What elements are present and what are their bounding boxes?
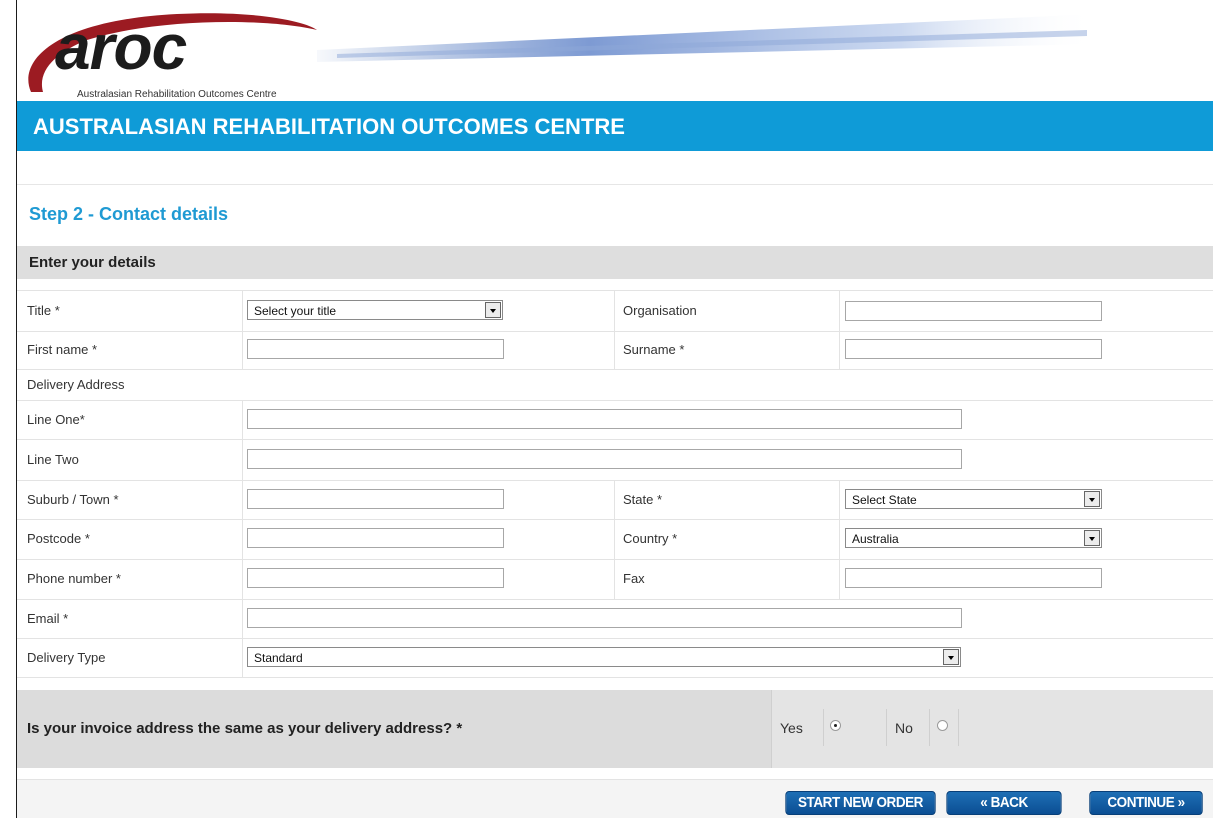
first-name-field[interactable] (247, 339, 504, 359)
delivery-type-select-value: Standard (254, 651, 303, 665)
delivery-type-label: Delivery Type (27, 650, 106, 665)
section-label: Enter your details (29, 254, 156, 271)
delivery-address-heading: Delivery Address (27, 377, 125, 392)
state-select-value: Select State (852, 493, 917, 507)
logo-subtitle: Australasian Rehabilitation Outcomes Cen… (77, 89, 277, 100)
suburb-label: Suburb / Town * (27, 492, 119, 507)
form-row-line-one: Line One* (17, 401, 1213, 440)
yes-label: Yes (780, 720, 803, 736)
organisation-field[interactable] (845, 301, 1102, 321)
divider (17, 184, 1213, 185)
chevron-down-icon[interactable] (485, 302, 501, 318)
header-logo-area: aroc Australasian Rehabilitation Outcome… (17, 0, 1213, 100)
suburb-field[interactable] (247, 489, 504, 509)
form-row-line-two: Line Two (17, 440, 1213, 481)
invoice-question-bar: Is your invoice address the same as your… (17, 690, 1213, 768)
title-label: Title * (27, 303, 60, 318)
logo-wordmark: aroc (55, 11, 187, 83)
footer-actions: START NEW ORDER « BACK CONTINUE » (17, 779, 1213, 818)
form-row-phone: Phone number * Fax (17, 560, 1213, 600)
form-row-delivery-address: Delivery Address (17, 370, 1213, 401)
surname-label: Surname * (623, 342, 685, 357)
banner-title: AUSTRALASIAN REHABILITATION OUTCOMES CEN… (33, 114, 625, 139)
line-two-label: Line Two (27, 452, 79, 467)
form-row-name: First name * Surname * (17, 331, 1213, 370)
delivery-type-select[interactable]: Standard (247, 647, 961, 667)
postcode-label: Postcode * (27, 531, 90, 546)
start-new-order-button[interactable]: START NEW ORDER (785, 791, 936, 815)
surname-field[interactable] (845, 339, 1102, 359)
line-one-label: Line One* (27, 412, 85, 427)
form-row-delivery-type: Delivery Type Standard (17, 639, 1213, 678)
email-field[interactable] (247, 608, 962, 628)
fax-label: Fax (623, 571, 645, 586)
form-row-suburb: Suburb / Town * State * Select State (17, 481, 1213, 520)
form-row-email: Email * (17, 600, 1213, 639)
form-row-postcode: Postcode * Country * Australia (17, 520, 1213, 560)
header-banner: AUSTRALASIAN REHABILITATION OUTCOMES CEN… (17, 101, 1213, 151)
title-select-value: Select your title (254, 304, 337, 318)
country-select[interactable]: Australia (845, 528, 1102, 548)
first-name-label: First name * (27, 342, 98, 357)
page-title: Step 2 - Contact details (29, 204, 229, 224)
yes-radio[interactable] (830, 720, 841, 731)
organisation-label: Organisation (623, 303, 697, 318)
phone-field[interactable] (247, 568, 504, 588)
continue-button[interactable]: CONTINUE » (1089, 791, 1203, 815)
state-label: State * (623, 492, 663, 507)
invoice-question-text: Is your invoice address the same as your… (27, 720, 463, 737)
form-row-title: Title * Select your title Organisation (17, 290, 1213, 332)
postcode-field[interactable] (247, 528, 504, 548)
chevron-down-icon[interactable] (1084, 530, 1100, 546)
line-two-field[interactable] (247, 449, 962, 469)
country-select-value: Australia (852, 532, 899, 546)
no-label: No (895, 720, 913, 736)
section-header: Enter your details (17, 246, 1213, 279)
chevron-down-icon[interactable] (1084, 491, 1100, 507)
invoice-answer-box: Yes No (771, 690, 1213, 768)
chevron-down-icon[interactable] (943, 649, 959, 665)
back-button[interactable]: « BACK (946, 791, 1062, 815)
email-label: Email * (27, 611, 69, 626)
state-select[interactable]: Select State (845, 489, 1102, 509)
invoice-radio-group: Yes No (772, 709, 972, 746)
page-frame: aroc Australasian Rehabilitation Outcome… (16, 0, 1213, 818)
no-radio[interactable] (937, 720, 948, 731)
country-label: Country * (623, 531, 678, 546)
logo-swoosh-graphic (28, 13, 1097, 92)
line-one-field[interactable] (247, 409, 962, 429)
fax-field[interactable] (845, 568, 1102, 588)
phone-label: Phone number * (27, 571, 121, 586)
title-select[interactable]: Select your title (247, 300, 503, 320)
